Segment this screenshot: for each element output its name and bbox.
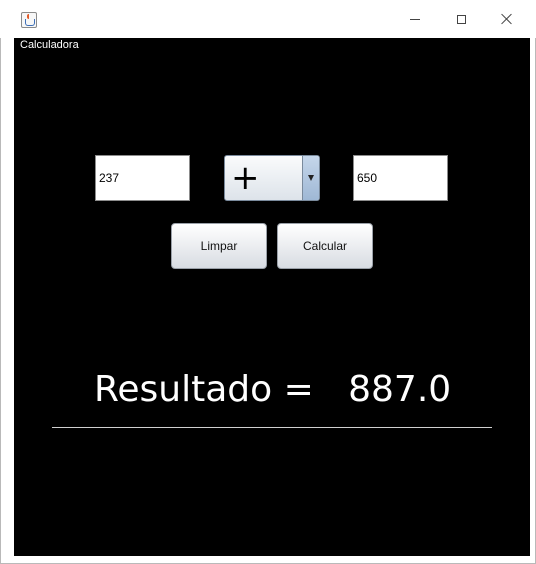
minimize-button[interactable] xyxy=(392,0,438,38)
first-number-field[interactable]: 237 xyxy=(95,155,190,201)
second-number-field[interactable]: 650 xyxy=(353,155,448,201)
close-button[interactable] xyxy=(484,0,530,38)
result-separator xyxy=(52,427,492,428)
maximize-button[interactable] xyxy=(438,0,484,38)
title-bar xyxy=(0,0,536,38)
close-icon xyxy=(501,13,513,25)
dropdown-arrow-button[interactable] xyxy=(302,156,319,200)
app-window: Calculadora 237 + 650 Limpar Calcular Re… xyxy=(0,0,536,564)
calculator-panel: Calculadora 237 + 650 Limpar Calcular Re… xyxy=(14,38,530,556)
window-title: Calculadora xyxy=(20,39,79,51)
operator-select[interactable]: + xyxy=(224,155,320,201)
result-label: Resultado = 887.0 xyxy=(94,369,452,410)
calculate-button[interactable]: Calcular xyxy=(277,223,373,269)
cup-shape xyxy=(25,19,35,26)
maximize-icon xyxy=(456,14,466,24)
operator-value: + xyxy=(231,158,260,198)
chevron-down-icon xyxy=(308,175,314,181)
clear-button[interactable]: Limpar xyxy=(171,223,267,269)
minimize-icon xyxy=(410,18,420,20)
java-cup-icon xyxy=(21,12,37,28)
